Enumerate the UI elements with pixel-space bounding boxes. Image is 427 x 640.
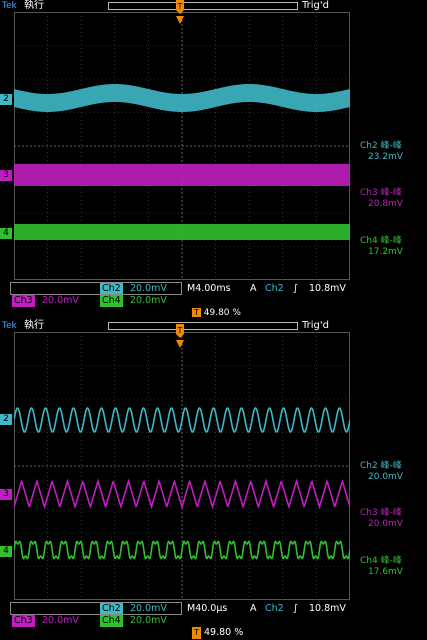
run-state: 執行 — [24, 320, 44, 331]
ch2-marker[interactable]: 2 — [0, 94, 12, 105]
record-position-bar[interactable] — [108, 2, 298, 10]
ch4-trace — [14, 224, 350, 240]
ch3-label[interactable]: Ch3 — [12, 295, 35, 307]
settings-frame — [10, 602, 182, 615]
ch4-scale[interactable]: 20.0mV — [130, 295, 167, 307]
ch3-trace — [14, 164, 350, 186]
graticule — [14, 12, 350, 280]
horizontal-position-top: T 49.80 % — [192, 308, 241, 318]
measurement-value: 17.6mV — [368, 567, 403, 577]
trigger-slope-icon[interactable]: ∫ — [293, 603, 298, 615]
measurement-value: 20.0mV — [368, 519, 403, 529]
trigger-level[interactable]: 10.8mV — [309, 283, 346, 295]
trigger-letter: T — [177, 326, 183, 335]
ch4-scale[interactable]: 20.0mV — [130, 615, 167, 627]
ch3-marker[interactable]: 3 — [0, 170, 12, 181]
ch2-marker[interactable]: 2 — [0, 414, 12, 425]
scope-screen-top: Tek 執行 Trig'd T 2 3 4 Ch2 峰-峰 23.2mV Ch3… — [0, 0, 427, 320]
trigger-marker-icon[interactable]: T — [174, 0, 186, 26]
measurement-label: Ch2 峰-峰 — [360, 461, 402, 471]
ch4-label[interactable]: Ch4 — [100, 295, 123, 307]
trigger-letter: T — [177, 2, 183, 11]
horizontal-position: 49.80 % — [203, 308, 241, 318]
ch4-measurement: Ch4 峰-峰 17.2mV — [360, 236, 403, 258]
timebase[interactable]: M4.00ms — [187, 283, 231, 295]
trigger-state: Trig'd — [302, 0, 329, 11]
measurement-label: Ch4 峰-峰 — [360, 236, 402, 246]
brand-label: Tek — [2, 321, 17, 331]
position-marker-icon: T — [192, 627, 201, 639]
measurement-label: Ch4 峰-峰 — [360, 556, 402, 566]
brand-label: Tek — [2, 1, 17, 11]
grid-lines — [14, 332, 350, 600]
measurement-value: 20.8mV — [368, 199, 403, 209]
ch4-marker[interactable]: 4 — [0, 546, 12, 557]
trigger-slope-icon[interactable]: ∫ — [293, 283, 298, 295]
scope-screen-bottom: Tek 執行 Trig'd T 49.80 % T 2 3 4 Ch2 峰-峰 … — [0, 308, 427, 640]
ch3-scale[interactable]: 20.0mV — [42, 615, 79, 627]
ch2-measurement: Ch2 峰-峰 20.0mV — [360, 461, 403, 483]
status-bar: Tek 執行 Trig'd — [0, 320, 427, 332]
trigger-mode[interactable]: A — [250, 283, 257, 295]
waveforms — [14, 407, 350, 560]
ch3-measurement: Ch3 峰-峰 20.0mV — [360, 508, 403, 530]
trigger-mode[interactable]: A — [250, 603, 257, 615]
ch3-label[interactable]: Ch3 — [12, 615, 35, 627]
measurement-value: 17.2mV — [368, 247, 403, 257]
run-state: 執行 — [24, 0, 44, 11]
ch3-marker[interactable]: 3 — [0, 489, 12, 500]
measurement-value: 20.0mV — [368, 472, 403, 482]
ch2-measurement: Ch2 峰-峰 23.2mV — [360, 141, 403, 163]
ch4-label[interactable]: Ch4 — [100, 615, 123, 627]
measurement-label: Ch3 峰-峰 — [360, 508, 402, 518]
trigger-source[interactable]: Ch2 — [265, 603, 284, 615]
ch3-scale[interactable]: 20.0mV — [42, 295, 79, 307]
ch4-measurement: Ch4 峰-峰 17.6mV — [360, 556, 403, 578]
ch4-marker[interactable]: 4 — [0, 228, 12, 239]
measurement-label: Ch3 峰-峰 — [360, 188, 402, 198]
horizontal-position[interactable]: 49.80 % — [204, 627, 243, 639]
graticule — [14, 332, 350, 600]
trigger-level[interactable]: 10.8mV — [309, 603, 346, 615]
measurement-label: Ch2 峰-峰 — [360, 141, 402, 151]
status-bar: Tek 執行 Trig'd — [0, 0, 427, 12]
settings-frame — [10, 282, 182, 295]
record-position-bar[interactable] — [108, 322, 298, 330]
position-marker-icon: T — [192, 308, 201, 317]
ch3-measurement: Ch3 峰-峰 20.8mV — [360, 188, 403, 210]
timebase[interactable]: M40.0µs — [187, 603, 227, 615]
trigger-state: Trig'd — [302, 320, 329, 331]
trigger-marker-icon[interactable]: T — [174, 324, 186, 350]
trigger-source[interactable]: Ch2 — [265, 283, 284, 295]
measurement-value: 23.2mV — [368, 152, 403, 162]
